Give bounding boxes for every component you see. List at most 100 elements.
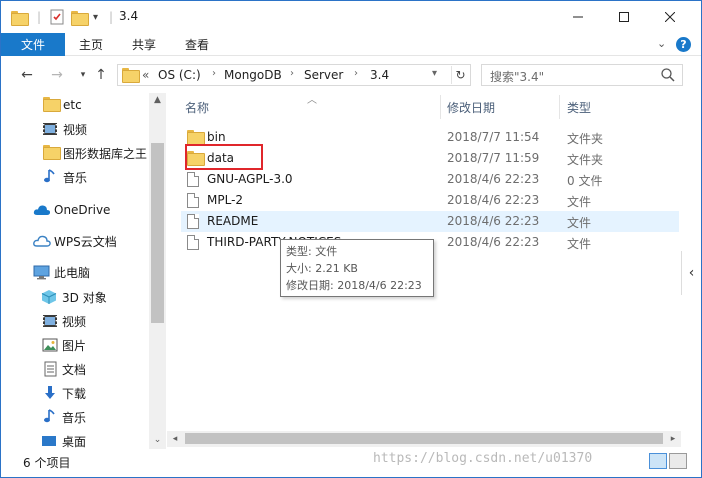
file-type: 文件 — [567, 216, 592, 230]
tooltip-size: 大小: 2.21 KB — [286, 262, 358, 275]
sidebar-item-this-pc[interactable]: 此电脑 — [1, 261, 149, 283]
ribbon-tabs: 文件 主页 共享 查看 ⌄ ? — [1, 33, 701, 56]
file-type: 文件 — [567, 237, 592, 251]
view-toggle — [649, 453, 687, 469]
column-header-name[interactable]: 名称 — [185, 99, 209, 116]
scrollbar-thumb[interactable] — [185, 433, 663, 444]
desktop-icon — [41, 433, 57, 449]
file-type: 文件 — [567, 195, 592, 209]
sidebar-item-label: WPS云文档 — [54, 234, 117, 249]
details-view-button[interactable] — [649, 453, 667, 469]
breadcrumb-server[interactable]: Server — [304, 68, 343, 82]
sidebar-item-label: 视频 — [62, 314, 87, 329]
navigation-pane: etc 视频 图形数据库之王 音乐 OneDrive WPS云文档 此电脑 3D… — [1, 93, 167, 449]
scroll-left-icon[interactable]: ◂ — [167, 432, 183, 446]
properties-icon[interactable] — [49, 9, 65, 25]
download-icon — [42, 385, 58, 401]
watermark-url: https://blog.csdn.net/u01370 — [373, 451, 593, 466]
chevron-right-icon[interactable]: › — [290, 68, 294, 79]
file-date: 2018/7/7 11:54 — [447, 130, 540, 144]
breadcrumb-os-c[interactable]: OS (C:) — [158, 68, 201, 82]
sidebar-item-downloads[interactable]: 下载 — [1, 382, 149, 404]
file-list-horizontal-scrollbar[interactable]: ◂ ▸ — [167, 431, 681, 447]
item-count: 6 个项目 — [23, 456, 71, 470]
breadcrumb-3-4[interactable]: 3.4 — [370, 68, 389, 82]
file-name: README — [207, 214, 259, 228]
help-icon[interactable]: ? — [676, 37, 691, 52]
maximize-button[interactable] — [601, 1, 647, 33]
separator: | — [37, 10, 42, 24]
pictures-icon — [42, 337, 58, 353]
file-row-readme[interactable]: README 2018/4/6 22:23 文件 — [181, 211, 679, 232]
minimize-button[interactable] — [555, 1, 601, 33]
file-date: 2018/4/6 22:23 — [447, 172, 540, 186]
column-divider[interactable] — [559, 95, 560, 119]
window-title: 3.4 — [119, 9, 139, 23]
video-icon — [42, 121, 58, 137]
sidebar-item-label: 下载 — [62, 386, 87, 401]
tab-share[interactable]: 共享 — [132, 33, 156, 56]
sidebar-item-wps-cloud[interactable]: WPS云文档 — [1, 230, 149, 252]
sidebar-item-graph-db[interactable]: 图形数据库之王 — [1, 142, 149, 164]
highlight-annotation-box — [185, 144, 263, 170]
sidebar-item-music[interactable]: 音乐 — [1, 406, 149, 428]
refresh-icon[interactable]: ↻ — [451, 66, 469, 84]
file-explorer-window: | ▾ | 3.4 文件 主页 共享 查看 ⌄ ? ← → ▾ ↑ « OS (… — [0, 0, 702, 478]
sidebar-item-videos[interactable]: 视频 — [1, 118, 149, 140]
close-button[interactable] — [647, 1, 693, 33]
forward-arrow-icon[interactable]: → — [47, 65, 67, 85]
up-arrow-icon[interactable]: ↑ — [91, 65, 111, 85]
sidebar-item-label: 图形数据库之王 — [63, 146, 148, 161]
customize-quick-access-icon[interactable]: ▾ — [93, 9, 98, 25]
sidebar-item-pictures[interactable]: 图片 — [1, 334, 149, 356]
expand-ribbon-icon[interactable]: ⌄ — [657, 37, 666, 50]
file-row-gnu-agpl[interactable]: GNU-AGPL-3.0 2018/4/6 22:23 0 文件 — [181, 169, 679, 190]
search-placeholder: 搜索"3.4" — [490, 70, 545, 84]
recent-locations-icon[interactable]: ▾ — [73, 65, 93, 85]
address-bar[interactable]: « OS (C:) › MongoDB › Server › 3.4 ▾ ↻ — [117, 64, 471, 86]
folder-icon — [43, 145, 61, 161]
sidebar-item-3d-objects[interactable]: 3D 对象 — [1, 286, 149, 308]
preview-pane-toggle-icon[interactable]: ‹ — [681, 251, 701, 295]
sidebar-item-label: 音乐 — [62, 410, 87, 425]
breadcrumb-mongodb[interactable]: MongoDB — [224, 68, 282, 82]
chevron-right-icon[interactable]: › — [212, 68, 216, 79]
search-icon[interactable] — [660, 67, 676, 83]
sidebar-item-music[interactable]: 音乐 — [1, 166, 149, 188]
large-icons-view-button[interactable] — [669, 453, 687, 469]
scroll-right-icon[interactable]: ▸ — [665, 432, 681, 446]
separator: | — [109, 10, 114, 24]
back-arrow-icon[interactable]: ← — [17, 65, 37, 85]
tab-file[interactable]: 文件 — [1, 33, 65, 56]
scroll-up-icon[interactable]: ▲ — [149, 93, 166, 107]
sidebar-item-label: 视频 — [63, 122, 88, 137]
scroll-down-icon[interactable]: ⌄ — [149, 433, 166, 447]
sidebar-item-label: 文档 — [62, 362, 87, 377]
new-folder-icon[interactable] — [71, 9, 89, 26]
breadcrumb-overflow[interactable]: « — [142, 68, 149, 82]
file-date: 2018/4/6 22:23 — [447, 235, 540, 249]
sidebar-item-etc[interactable]: etc — [1, 94, 149, 116]
file-name: bin — [207, 130, 226, 144]
column-header-type[interactable]: 类型 — [567, 99, 591, 116]
file-name: GNU-AGPL-3.0 — [207, 172, 293, 186]
sidebar-item-videos[interactable]: 视频 — [1, 310, 149, 332]
wps-cloud-icon — [33, 234, 51, 250]
file-type: 文件夹 — [567, 153, 604, 167]
search-input[interactable]: 搜索"3.4" — [481, 64, 683, 86]
file-type: 0 文件 — [567, 174, 603, 188]
chevron-right-icon[interactable]: › — [354, 68, 358, 79]
sidebar-item-desktop[interactable]: 桌面 — [1, 430, 149, 449]
scrollbar-thumb[interactable] — [151, 143, 164, 323]
tab-view[interactable]: 查看 — [185, 33, 209, 56]
file-row-mpl-2[interactable]: MPL-2 2018/4/6 22:23 文件 — [181, 190, 679, 211]
sidebar-item-documents[interactable]: 文档 — [1, 358, 149, 380]
tab-home[interactable]: 主页 — [79, 33, 103, 56]
video-icon — [42, 313, 58, 329]
column-divider[interactable] — [440, 95, 441, 119]
sidebar-item-onedrive[interactable]: OneDrive — [1, 199, 149, 221]
sort-ascending-icon: ︿ — [307, 95, 317, 106]
column-header-date[interactable]: 修改日期 — [447, 99, 495, 116]
address-dropdown-icon[interactable]: ▾ — [432, 68, 437, 79]
navigation-pane-scrollbar[interactable]: ▲ ⌄ — [149, 93, 166, 449]
